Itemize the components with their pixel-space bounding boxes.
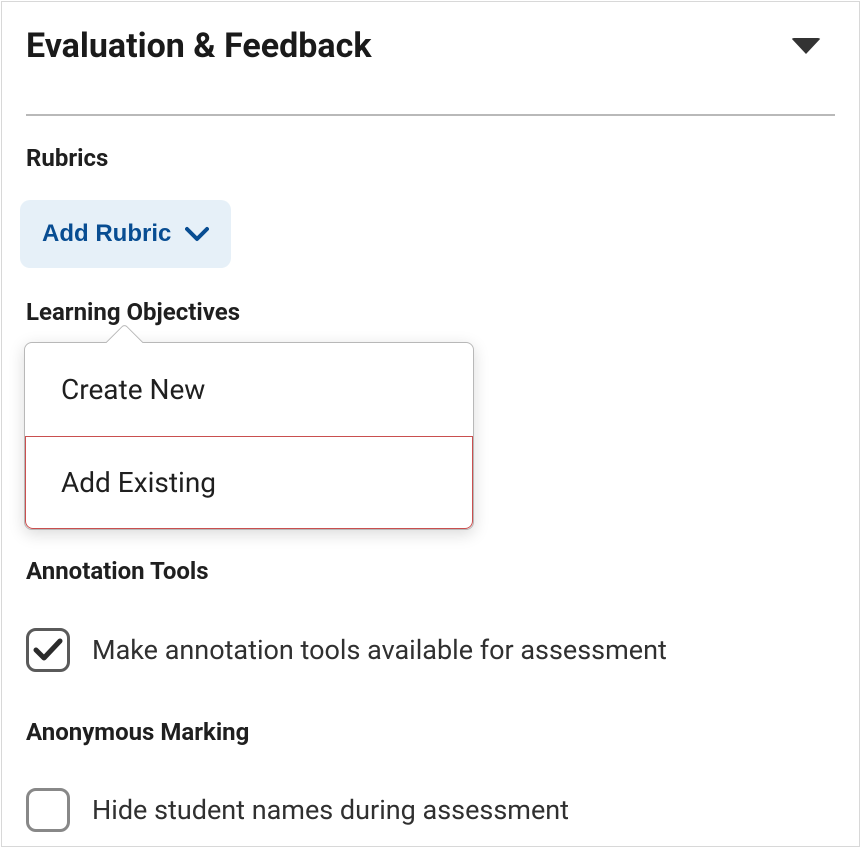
collapse-caret-icon[interactable] — [791, 38, 821, 54]
anonymous-checkbox-label: Hide student names during assessment — [92, 794, 569, 826]
evaluation-feedback-panel: Evaluation & Feedback Rubrics Add Rubric… — [1, 1, 860, 847]
check-icon — [33, 637, 63, 663]
dropdown-item-add-existing[interactable]: Add Existing — [25, 436, 473, 529]
panel-header: Evaluation & Feedback — [26, 18, 835, 86]
chevron-down-icon — [185, 226, 209, 242]
annotation-checkbox-label: Make annotation tools available for asse… — [92, 634, 667, 666]
dropdown-item-create-new[interactable]: Create New — [25, 343, 473, 436]
add-rubric-button-label: Add Rubric — [42, 220, 171, 248]
learning-objectives-label: Learning Objectives — [26, 298, 835, 326]
anonymous-checkbox[interactable] — [26, 788, 70, 832]
annotation-checkbox-row: Make annotation tools available for asse… — [26, 628, 826, 672]
anonymous-marking-label: Anonymous Marking — [26, 718, 826, 746]
divider — [26, 114, 835, 116]
anonymous-checkbox-row: Hide student names during assessment — [26, 788, 826, 832]
rubrics-label: Rubrics — [26, 144, 835, 172]
add-rubric-dropdown: Create New Add Existing — [24, 342, 474, 530]
panel-title: Evaluation & Feedback — [26, 26, 371, 66]
add-rubric-button[interactable]: Add Rubric — [20, 200, 231, 268]
annotation-tools-label: Annotation Tools — [26, 557, 826, 585]
annotation-checkbox[interactable] — [26, 628, 70, 672]
